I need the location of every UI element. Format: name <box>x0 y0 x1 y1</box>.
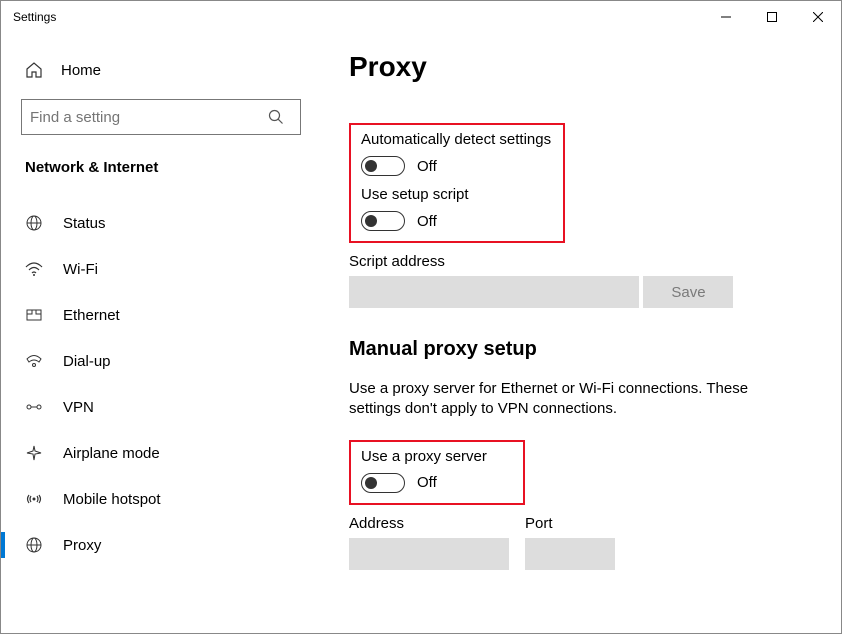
vpn-icon <box>25 398 45 416</box>
auto-detect-state: Off <box>417 158 437 175</box>
sidebar-item-label: Dial-up <box>63 353 111 370</box>
sidebar-item-label: Status <box>63 215 106 232</box>
hotspot-icon <box>25 490 45 508</box>
sidebar-item-label: Ethernet <box>63 307 120 324</box>
address-label: Address <box>349 515 509 532</box>
sidebar-item-label: Mobile hotspot <box>63 491 161 508</box>
wifi-icon <box>25 260 45 278</box>
search-box[interactable] <box>21 99 301 135</box>
use-proxy-toggle[interactable] <box>361 473 405 493</box>
use-proxy-state: Off <box>417 474 437 491</box>
sidebar-item-ethernet[interactable]: Ethernet <box>1 292 321 338</box>
maximize-button[interactable] <box>749 1 795 33</box>
sidebar-item-label: VPN <box>63 399 94 416</box>
sidebar-item-label: Wi-Fi <box>63 261 98 278</box>
sidebar-item-vpn[interactable]: VPN <box>1 384 321 430</box>
sidebar-item-dialup[interactable]: Dial-up <box>1 338 321 384</box>
auto-detect-toggle[interactable] <box>361 156 405 176</box>
highlight-box-auto: Automatically detect settings Off Use se… <box>349 123 565 243</box>
sidebar-item-status[interactable]: Status <box>1 200 321 246</box>
use-proxy-label: Use a proxy server <box>361 448 513 465</box>
highlight-box-manual: Use a proxy server Off <box>349 440 525 505</box>
home-icon <box>25 61 45 79</box>
setup-script-state: Off <box>417 213 437 230</box>
setup-script-label: Use setup script <box>361 186 553 203</box>
address-input <box>349 538 509 570</box>
sidebar-item-hotspot[interactable]: Mobile hotspot <box>1 476 321 522</box>
setup-script-toggle[interactable] <box>361 211 405 231</box>
minimize-button[interactable] <box>703 1 749 33</box>
search-input[interactable] <box>30 109 260 126</box>
category-label: Network & Internet <box>1 159 321 176</box>
sidebar-item-label: Proxy <box>63 537 101 554</box>
manual-section-description: Use a proxy server for Ethernet or Wi-Fi… <box>349 379 769 420</box>
home-button[interactable]: Home <box>1 53 321 87</box>
save-button: Save <box>643 276 733 308</box>
manual-section-title: Manual proxy setup <box>349 338 821 361</box>
window-title: Settings <box>13 10 56 24</box>
airplane-icon <box>25 444 45 462</box>
sidebar-item-airplane[interactable]: Airplane mode <box>1 430 321 476</box>
port-input <box>525 538 615 570</box>
script-address-label: Script address <box>349 253 821 270</box>
ethernet-icon <box>25 306 45 324</box>
script-address-input <box>349 276 639 308</box>
sidebar-item-proxy[interactable]: Proxy <box>1 522 321 568</box>
page-title: Proxy <box>349 51 821 83</box>
search-icon <box>260 109 292 125</box>
close-button[interactable] <box>795 1 841 33</box>
dialup-icon <box>25 352 45 370</box>
auto-detect-label: Automatically detect settings <box>361 131 553 148</box>
status-icon <box>25 214 45 232</box>
sidebar-item-label: Airplane mode <box>63 445 160 462</box>
home-label: Home <box>61 62 101 79</box>
port-label: Port <box>525 515 615 532</box>
sidebar-item-wifi[interactable]: Wi-Fi <box>1 246 321 292</box>
proxy-icon <box>25 536 45 554</box>
